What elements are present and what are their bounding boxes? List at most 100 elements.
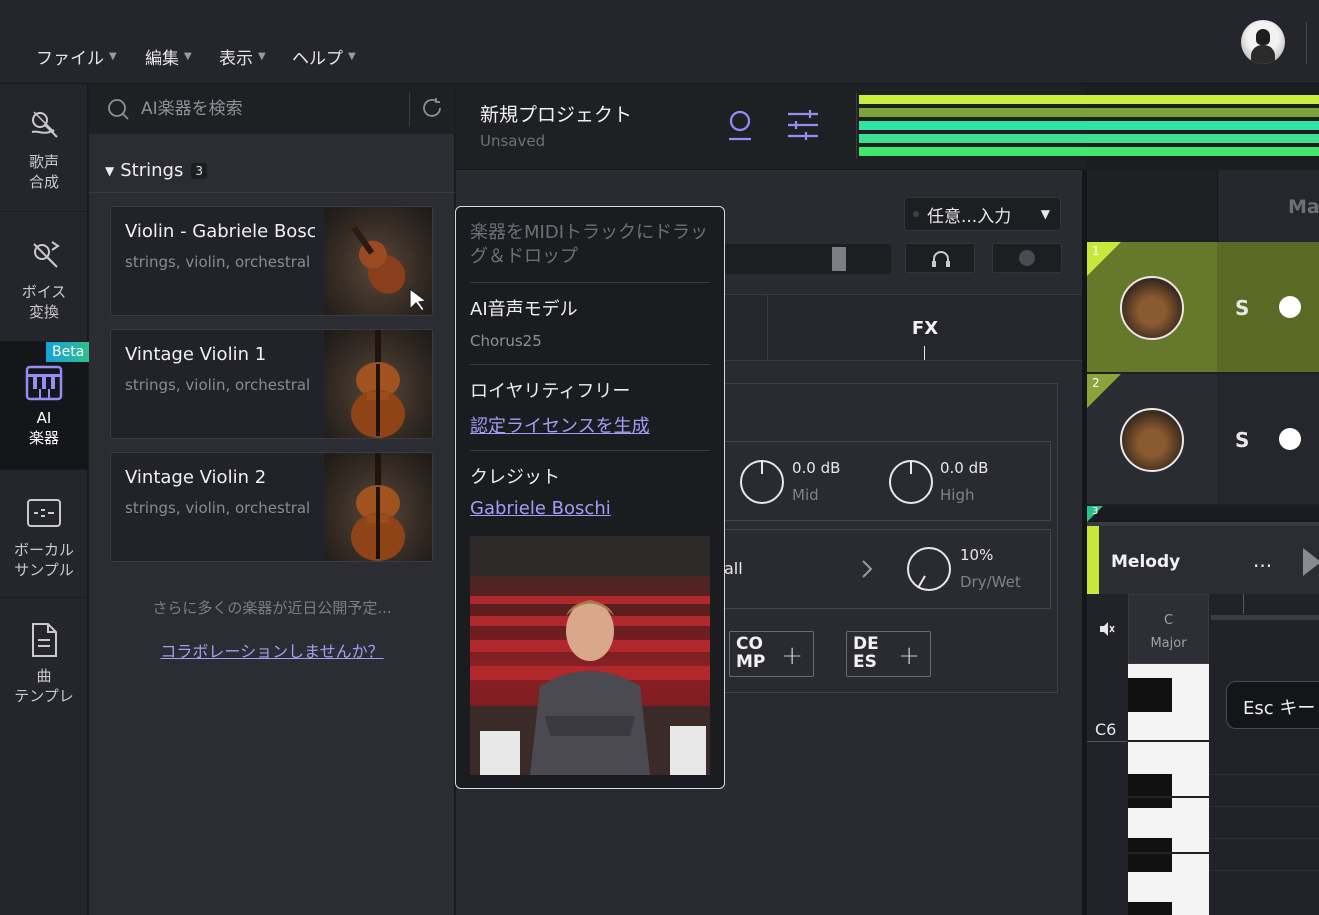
instrument-name: Violin - Gabriele Boschi [125,221,315,242]
collaboration-link[interactable]: コラボレーションしませんか？ [89,638,455,662]
key-separator [1128,796,1209,798]
knob-indicator [910,460,912,474]
triangle-down-icon: ▼ [105,163,115,178]
generate-license-link[interactable]: 認定ライセンスを生成 [470,412,650,438]
grid-row-line [1209,870,1319,871]
add-deesser-button[interactable]: DE ES + [846,631,931,677]
nav-item-vocal-samples[interactable]: ボーカル サンプル [0,470,88,598]
popover-divider [470,450,710,451]
avatar-body-shape [1251,45,1275,64]
left-nav: 歌声 合成 ボイス 変換 Beta AI 楽器 ボーカル サンプル 曲 テンプレ [0,84,91,915]
horizontal-scrollbar[interactable] [1211,615,1319,620]
more-menu-icon[interactable]: ... [1253,548,1272,572]
speaker-icon[interactable] [1098,620,1116,638]
instrument-avatar [1120,408,1184,472]
note-label-c6: C6 [1095,720,1117,739]
key-separator [1128,852,1209,854]
record-icon [1019,250,1035,266]
monitor-button[interactable] [905,243,975,273]
grid-row-line [1209,838,1319,839]
violin-thumbnail [324,453,432,561]
instrument-card[interactable]: Violin - Gabriele Boschi strings, violin… [110,206,433,316]
popover-divider [470,364,710,365]
mute-toggle[interactable] [1279,296,1301,318]
instrument-tags: strings, violin, orchestral [125,499,311,517]
add-compressor-button[interactable]: CO MP + [729,631,814,677]
royalty-free-title: ロイヤリティフリー [470,381,631,402]
black-key[interactable] [1128,678,1172,712]
key-mode: Major [1150,636,1187,651]
beta-badge: Beta [46,342,91,362]
level-meter [856,93,1319,159]
track-row[interactable]: 1 S [1087,242,1319,372]
menu-view[interactable]: 表示 ▼ [219,44,266,69]
track-number: 3 [1092,506,1099,517]
solo-button[interactable]: S [1235,428,1249,452]
key-root: C [1163,613,1174,628]
violin-image [351,453,405,561]
search-input[interactable] [141,97,401,121]
chevron-right-icon[interactable] [858,558,876,580]
group-name: Strings [120,160,184,181]
compressor-label: CO MP [736,634,766,672]
menu-file[interactable]: ファイル ▼ [36,44,117,69]
mute-toggle[interactable] [1279,428,1301,450]
project-title: 新規プロジェクト [480,104,633,126]
violin-thumbnail [324,207,432,315]
meter-bar [859,95,1319,104]
piano-icon [25,365,63,401]
nav-item-song-templates[interactable]: 曲 テンプレ [0,598,88,726]
black-key[interactable] [1128,902,1172,915]
coming-soon-text: さらに多くの楽器が近日公開予定... [152,599,392,617]
credit-artist-link[interactable]: Gabriele Boschi [470,498,611,519]
instrument-card[interactable]: Vintage Violin 1 strings, violin, orches… [110,329,433,439]
reverb-drywet-knob[interactable] [907,547,951,591]
user-avatar[interactable] [1241,20,1285,64]
eq-high-value: 0.0 dB [940,459,989,477]
mixer-settings-icon[interactable] [786,108,820,142]
track-row[interactable]: 2 S [1087,374,1319,504]
tab-fx[interactable]: FX [767,294,1082,361]
input-select-value: 任意...入力 [927,206,1012,227]
octave-line [1087,741,1127,742]
record-arm-button[interactable] [992,243,1062,273]
track-row[interactable]: 3 [1087,506,1319,522]
nav-item-singing-synthesis[interactable]: 歌声 合成 [0,84,88,212]
volume-slider[interactable] [724,244,891,274]
refresh-icon[interactable] [421,97,443,119]
chevron-down-icon: ▼ [258,51,266,62]
credit-title: クレジット [470,467,560,488]
eq-high-label: High [940,486,975,504]
black-key[interactable] [1128,838,1172,872]
chevron-down-icon: ▼ [1040,207,1050,221]
grid-row-line [1209,774,1319,775]
search-bar [89,84,455,134]
violin-thumbnail [324,330,432,438]
metronome-icon[interactable] [726,108,754,142]
group-header-strings[interactable]: ▼ Strings 3 [105,160,207,181]
nav-item-ai-instruments[interactable]: Beta AI 楽器 [0,342,91,470]
slider-thumb[interactable] [832,247,846,271]
piano-keys[interactable] [1128,664,1209,915]
nav-item-label: 歌声 合成 [28,153,59,191]
instrument-card[interactable]: Vintage Violin 2 strings, violin, orches… [110,452,433,562]
instrument-tags: strings, violin, orchestral [125,376,311,394]
artist-photo [470,536,710,775]
nav-item-label: ボイス 変換 [21,283,67,321]
mic-icon [31,111,58,138]
black-key[interactable] [1128,774,1172,808]
menu-help[interactable]: ヘルプ ▼ [292,44,356,69]
search-icon [108,99,129,120]
key-signature[interactable]: C Major [1128,594,1209,664]
play-icon[interactable] [1303,548,1319,576]
nav-item-voice-conversion[interactable]: ボイス 変換 [0,212,88,342]
nav-item-label: ボーカル サンプル [13,541,74,579]
input-select[interactable]: 任意...入力 ▼ [904,197,1061,231]
instrument-name: Vintage Violin 1 [125,344,267,365]
master-label: Mas [1288,196,1319,218]
menu-edit[interactable]: 編集 ▼ [145,44,192,69]
solo-button[interactable]: S [1235,296,1249,320]
eq-mid-knob[interactable] [740,460,784,504]
eq-high-knob[interactable] [889,460,933,504]
drag-drop-hint: 楽器をMIDIトラックにドラッグ＆ドロップ [470,222,709,267]
